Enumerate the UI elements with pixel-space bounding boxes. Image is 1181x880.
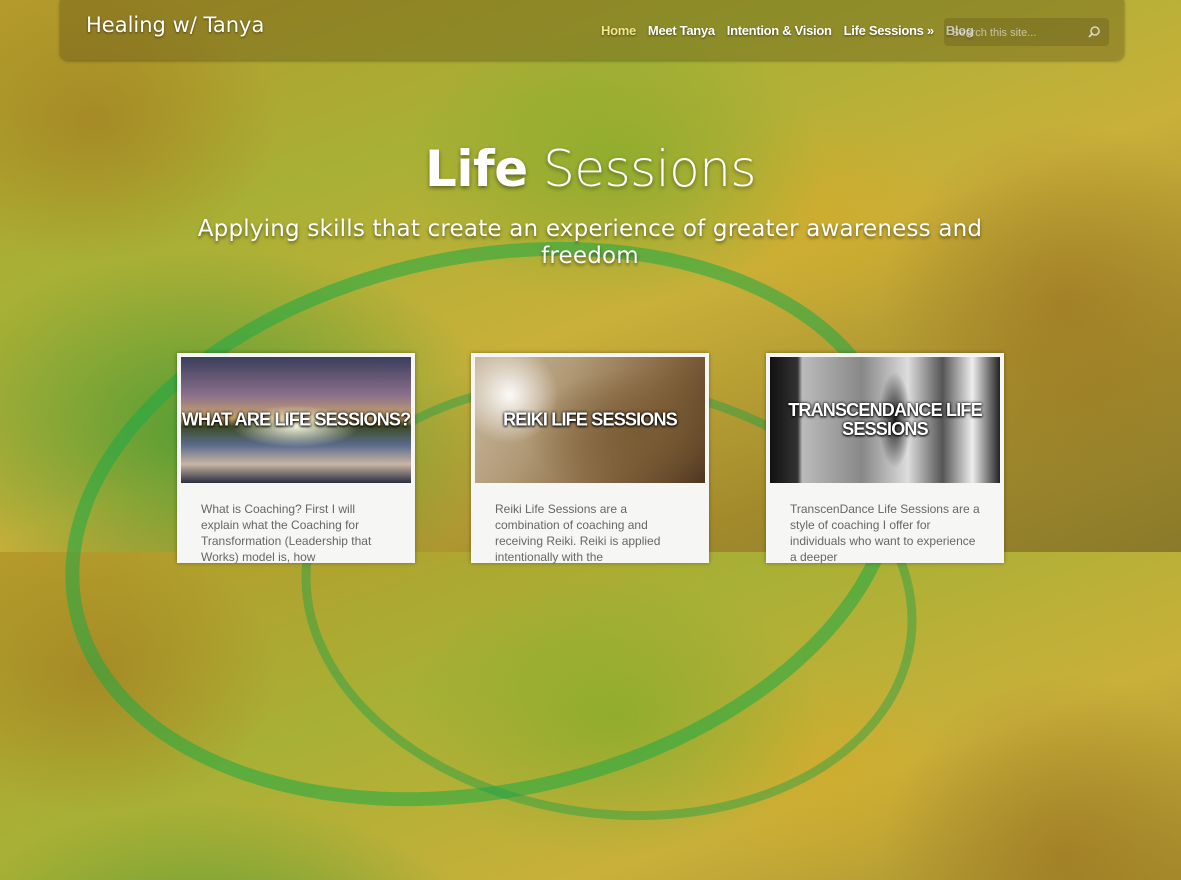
page-title-bold: Life xyxy=(425,140,528,198)
page-title-light: Sessions xyxy=(543,140,756,198)
card-image[interactable]: TRANSCENDANCE LIFE SESSIONS xyxy=(770,357,1000,483)
search-icon[interactable] xyxy=(1087,24,1101,38)
page-title: Life Sessions xyxy=(0,140,1181,198)
card-excerpt: What is Coaching? First I will explain w… xyxy=(201,502,372,564)
card-excerpt: Reiki Life Sessions are a combination of… xyxy=(495,502,661,564)
nav-intention-vision[interactable]: Intention & Vision xyxy=(727,23,832,38)
main-nav: Home Meet Tanya Intention & Vision Life … xyxy=(601,23,985,38)
nav-meet-tanya[interactable]: Meet Tanya xyxy=(648,23,715,38)
card-transcendance-life-sessions[interactable]: TRANSCENDANCE LIFE SESSIONS TranscenDanc… xyxy=(766,353,1004,564)
card-caption: WHAT ARE LIFE SESSIONS? xyxy=(181,409,411,430)
card-image[interactable]: WHAT ARE LIFE SESSIONS? xyxy=(181,357,411,483)
card-image[interactable]: REIKI LIFE SESSIONS xyxy=(475,357,705,483)
card-excerpt: TranscenDance Life Sessions are a style … xyxy=(790,502,980,564)
card-what-are-life-sessions[interactable]: WHAT ARE LIFE SESSIONS? What is Coaching… xyxy=(177,353,415,564)
page-subtitle: Applying skills that create an experienc… xyxy=(197,216,983,269)
nav-life-sessions[interactable]: Life Sessions » xyxy=(844,23,934,38)
nav-home[interactable]: Home xyxy=(601,23,636,38)
card-caption: TRANSCENDANCE LIFE SESSIONS xyxy=(788,400,982,439)
search-box xyxy=(944,18,1109,46)
search-input[interactable] xyxy=(950,23,1084,43)
card-caption: REIKI LIFE SESSIONS xyxy=(503,409,678,430)
site-title[interactable]: Healing w/ Tanya xyxy=(86,13,264,37)
card-reiki-life-sessions[interactable]: REIKI LIFE SESSIONS Reiki Life Sessions … xyxy=(471,353,709,564)
